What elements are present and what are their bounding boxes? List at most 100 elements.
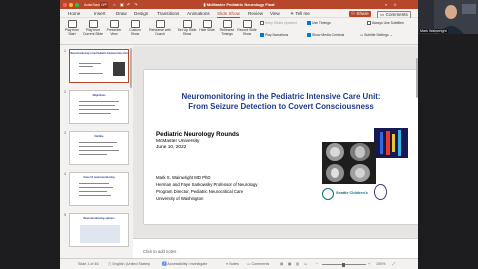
- slide-date[interactable]: June 10, 2022: [156, 145, 186, 150]
- coach-icon: [155, 20, 165, 28]
- thumbnail-text-line: [79, 183, 109, 184]
- seattle-childrens-logo: [322, 188, 334, 200]
- tab-insert[interactable]: Insert: [94, 11, 106, 16]
- always-use-subtitles-checkbox[interactable]: [367, 21, 371, 25]
- slide-program[interactable]: Program Director, Pediatric Neurocritica…: [156, 189, 243, 194]
- slide-count: Slide 1 of 46: [78, 262, 99, 266]
- slide-author[interactable]: Mark S. Wainwright MD PhD: [156, 175, 211, 180]
- play-narrations-checkbox[interactable]: [260, 33, 264, 37]
- comments-toggle[interactable]: ▭ Comments: [247, 262, 269, 266]
- always-use-subtitles-option[interactable]: Always Use Subtitles: [367, 21, 404, 26]
- thumbnail-number: 2: [64, 90, 66, 94]
- slide-professorship[interactable]: Herman and Faye Sarkowsky Professor of N…: [156, 182, 258, 187]
- tab-slide-show[interactable]: Slide Show: [217, 11, 240, 18]
- slide-title-line-2: From Seizure Detection to Covert Conscio…: [188, 102, 374, 111]
- custom-show-button[interactable]: Custom Show: [125, 20, 145, 37]
- notes-pane[interactable]: Click to add notes: [133, 238, 418, 258]
- keep-slides-updated-label: Keep Slides Updated: [265, 21, 297, 25]
- thumbnail-text-line: [79, 105, 115, 106]
- play-from-start-button[interactable]: Play from Start: [62, 20, 82, 37]
- play-from-current-button[interactable]: Play from Current Slide: [83, 20, 103, 37]
- custom-show-icon: [130, 20, 140, 28]
- use-timings-option[interactable]: Use Timings: [307, 21, 331, 26]
- slide-sorter-icon[interactable]: ▦: [288, 262, 291, 266]
- video-participant-tile: Mark Wainwright: [418, 0, 478, 34]
- status-bar: Slide 1 of 46 ▢ English (United States) …: [60, 258, 418, 269]
- slide-thumbnail-5[interactable]: Neuromonitoring options: [69, 213, 129, 247]
- document-title-text: McMaster Pediatric Neurology Final: [206, 1, 275, 7]
- thumbnail-text-line: [79, 66, 93, 67]
- normal-view-icon[interactable]: ▤: [280, 262, 283, 266]
- tab-animations[interactable]: Animations: [187, 11, 210, 16]
- current-slide[interactable]: Neuromonitoring in the Pediatric Intensi…: [144, 70, 418, 224]
- slide-editing-canvas[interactable]: Neuromonitoring in the Pediatric Intensi…: [133, 46, 418, 258]
- thumbnail-title: Outline: [94, 135, 104, 138]
- thumbnail-scrollbar[interactable]: [130, 48, 132, 88]
- thumbnail-brain-image: [113, 62, 125, 76]
- slide-institution[interactable]: McMaster University: [156, 139, 199, 144]
- set-up-slide-show-button[interactable]: Set Up Slide Show: [177, 20, 197, 37]
- zoom-slider[interactable]: [322, 262, 366, 267]
- show-media-controls-label: Show Media Controls: [312, 33, 345, 37]
- play-narrations-option[interactable]: Play Narrations: [260, 33, 288, 38]
- search-icon[interactable]: ⌕: [385, 2, 387, 8]
- slide-thumbnail-3[interactable]: Outline: [69, 131, 129, 165]
- hide-slide-button[interactable]: Hide Slide: [197, 20, 217, 33]
- always-use-subtitles-label: Always Use Subtitles: [372, 21, 404, 25]
- tab-design[interactable]: Design: [134, 11, 148, 16]
- tab-home[interactable]: Home: [68, 11, 80, 16]
- share-button[interactable]: ⚇ Share: [349, 10, 371, 17]
- slide-rounds-title[interactable]: Pediatric Neurology Rounds: [156, 131, 239, 138]
- tab-transitions[interactable]: Transitions: [157, 11, 179, 16]
- zoom-level[interactable]: 100%: [376, 262, 385, 266]
- seattle-childrens-label: Seattle Children's: [336, 191, 368, 195]
- presenter-view-button[interactable]: Presenter View: [104, 20, 124, 37]
- thumbnail-number: 4: [64, 172, 66, 176]
- thumbnail-text-line: [79, 146, 113, 147]
- show-media-controls-checkbox[interactable]: [307, 33, 311, 37]
- tab-draw[interactable]: Draw: [116, 11, 127, 16]
- comments-label: Comments: [385, 11, 408, 17]
- accessibility-status[interactable]: ♿ Accessibility: Investigate: [162, 262, 207, 266]
- slide-thumbnail-4[interactable]: Case #1 neuromonitoring: [69, 172, 129, 206]
- keep-slides-updated-checkbox: [260, 21, 264, 25]
- hide-slide-label: Hide Slide: [199, 28, 215, 32]
- language-status[interactable]: ▢ English (United States): [108, 262, 150, 266]
- canvas-scrollbar[interactable]: [416, 58, 418, 98]
- slide-brain-imaging-figure[interactable]: [322, 128, 408, 184]
- record-slide-show-button[interactable]: Record Slide Show: [237, 20, 257, 37]
- slideshow-view-icon[interactable]: ▭: [304, 262, 307, 266]
- zoom-slider-thumb[interactable]: [342, 262, 345, 267]
- tell-me-search[interactable]: ☀ Tell me: [290, 11, 310, 17]
- title-bar: AutoSave OFF ⌂ ▣ ↶ ↷ ▮ McMaster Pediatri…: [60, 0, 418, 9]
- slide-thumbnail-1[interactable]: Neuromonitoring in the Pediatric Intensi…: [69, 49, 129, 83]
- rehearse-with-coach-label: Rehearse with Coach: [149, 28, 171, 36]
- slide-thumbnail-panel[interactable]: 1 Neuromonitoring in the Pediatric Inten…: [60, 46, 133, 258]
- accessibility-label: Accessibility: Investigate: [167, 262, 208, 266]
- use-timings-checkbox[interactable]: [307, 21, 311, 25]
- subtitle-settings-dropdown[interactable]: ▭ Subtitle Settings ⌄: [360, 33, 392, 38]
- reading-view-icon[interactable]: ▥: [296, 262, 299, 266]
- fit-to-window-icon[interactable]: ⤢: [392, 262, 395, 266]
- slide-university[interactable]: University of Washington: [156, 196, 203, 201]
- slide-thumbnail-2[interactable]: Objectives: [69, 90, 129, 124]
- tab-view[interactable]: View: [270, 11, 280, 16]
- rehearse-with-coach-button[interactable]: Rehearse with Coach: [148, 20, 172, 37]
- slide-title[interactable]: Neuromonitoring in the Pediatric Intensi…: [152, 92, 410, 112]
- rehearse-timings-button[interactable]: Rehearse Timings: [217, 20, 237, 37]
- keep-slides-updated-option: Keep Slides Updated: [260, 21, 297, 26]
- share-icon[interactable]: ☺: [393, 2, 397, 8]
- slide-title-line-1: Neuromonitoring in the Pediatric Intensi…: [181, 92, 381, 101]
- tab-review[interactable]: Review: [248, 11, 263, 16]
- use-timings-label: Use Timings: [312, 21, 331, 25]
- notes-toggle[interactable]: ≡ Notes: [226, 262, 239, 266]
- play-from-current-label: Play from Current Slide: [83, 28, 103, 36]
- thumbnail-title: Neuromonitoring in the Pediatric Intensi…: [70, 53, 128, 55]
- zoom-out-icon[interactable]: −: [316, 262, 318, 266]
- show-media-controls-option[interactable]: Show Media Controls: [307, 33, 344, 38]
- notes-placeholder[interactable]: Click to add notes: [143, 249, 176, 254]
- thumbnail-text-line: [79, 150, 119, 151]
- zoom-in-icon[interactable]: +: [368, 262, 370, 266]
- record-icon: [242, 20, 252, 28]
- thumbnail-number: 5: [64, 213, 66, 217]
